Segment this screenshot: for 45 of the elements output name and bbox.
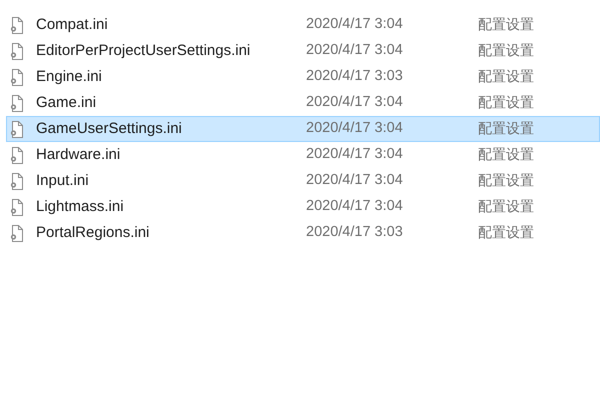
file-icon: [10, 172, 24, 190]
file-name: Lightmass.ini: [36, 196, 125, 217]
file-type: 配置设置: [478, 68, 534, 86]
file-type: 配置设置: [478, 16, 534, 34]
file-icon: [10, 120, 24, 138]
file-icon: [10, 224, 24, 242]
file-row[interactable]: EditorPerProjectUserSettings.ini 2020/4/17 3:04 配置设置: [6, 38, 600, 64]
file-name: Compat.ini: [36, 14, 109, 35]
file-name: Engine.ini: [36, 66, 103, 87]
modified-date: 2020/4/17 3:04: [306, 41, 404, 60]
file-type: 配置设置: [478, 224, 534, 242]
file-name: PortalRegions.ini: [36, 222, 150, 243]
file-row[interactable]: GameUserSettings.ini 2020/4/17 3:04 配置设置: [6, 116, 600, 142]
modified-date: 2020/4/17 3:04: [306, 93, 404, 112]
file-type: 配置设置: [478, 42, 534, 60]
file-type: 配置设置: [478, 120, 534, 138]
file-row[interactable]: Compat.ini 2020/4/17 3:04 配置设置: [6, 12, 600, 38]
file-icon: [10, 16, 24, 34]
file-row[interactable]: PortalRegions.ini 2020/4/17 3:03 配置设置: [6, 220, 600, 246]
file-row[interactable]: Game.ini 2020/4/17 3:04 配置设置: [6, 90, 600, 116]
modified-date: 2020/4/17 3:04: [306, 15, 404, 34]
file-type: 配置设置: [478, 172, 534, 190]
file-row[interactable]: Engine.ini 2020/4/17 3:03 配置设置: [6, 64, 600, 90]
file-name: Input.ini: [36, 170, 90, 191]
file-row[interactable]: Input.ini 2020/4/17 3:04 配置设置: [6, 168, 600, 194]
modified-date: 2020/4/17 3:03: [306, 67, 404, 86]
file-icon: [10, 42, 24, 60]
file-icon: [10, 68, 24, 86]
file-row[interactable]: Lightmass.ini 2020/4/17 3:04 配置设置: [6, 194, 600, 220]
file-type: 配置设置: [478, 94, 534, 112]
modified-date: 2020/4/17 3:04: [306, 171, 404, 190]
modified-date: 2020/4/17 3:04: [306, 145, 404, 164]
modified-date: 2020/4/17 3:03: [306, 223, 404, 242]
file-name: Hardware.ini: [36, 144, 122, 165]
file-name: Game.ini: [36, 92, 98, 113]
file-type: 配置设置: [478, 146, 534, 164]
modified-date: 2020/4/17 3:04: [306, 197, 404, 216]
file-name: GameUserSettings.ini: [36, 118, 183, 139]
file-icon: [10, 146, 24, 164]
file-icon: [10, 198, 24, 216]
file-type: 配置设置: [478, 198, 534, 216]
file-row[interactable]: Hardware.ini 2020/4/17 3:04 配置设置: [6, 142, 600, 168]
file-name: EditorPerProjectUserSettings.ini: [36, 40, 252, 61]
file-icon: [10, 94, 24, 112]
modified-date: 2020/4/17 3:04: [306, 119, 404, 138]
